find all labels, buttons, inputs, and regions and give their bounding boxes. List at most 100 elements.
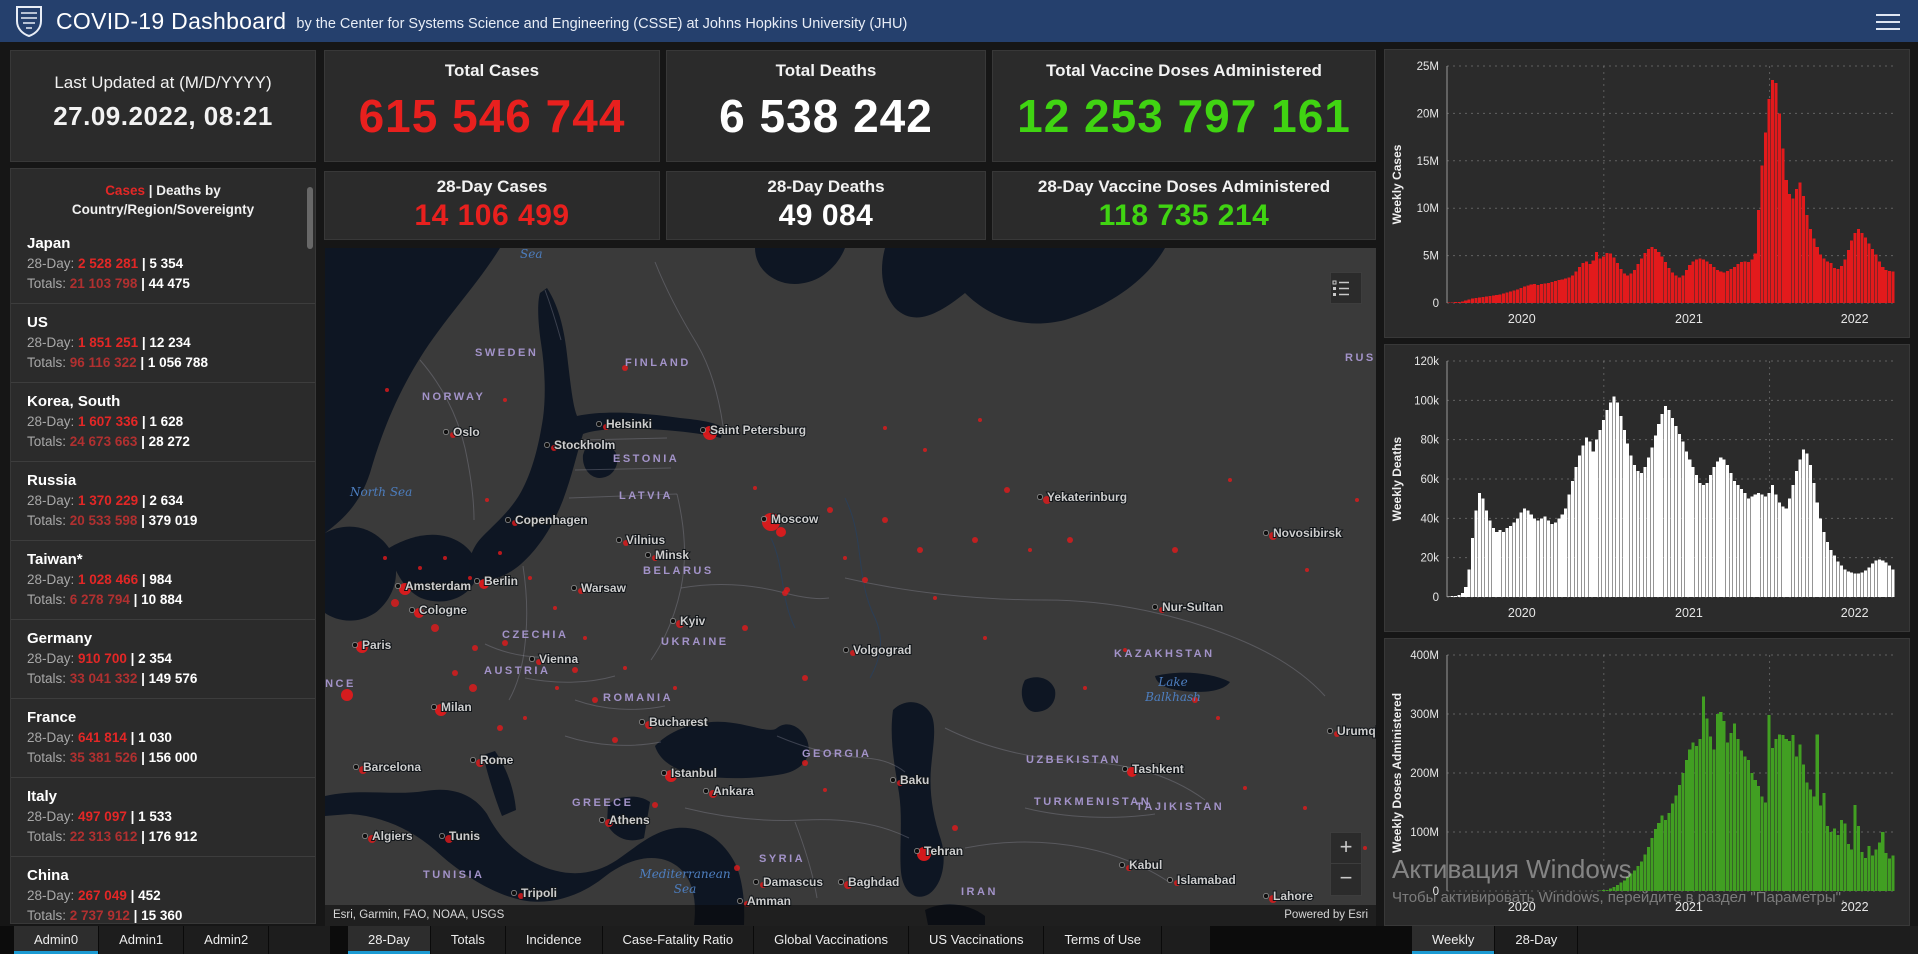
case-dot[interactable] — [652, 802, 658, 808]
case-dot[interactable] — [498, 551, 502, 555]
zoom-in-button[interactable]: + — [1330, 832, 1362, 864]
tab-admin1[interactable]: Admin1 — [99, 926, 185, 954]
tab-weekly[interactable]: Weekly — [1412, 926, 1496, 954]
case-dot[interactable] — [753, 486, 757, 490]
tab-terms-of-use[interactable]: Terms of Use — [1044, 926, 1163, 954]
country-row[interactable]: Italy 28-Day: 497 097 | 1 533 Totals: 22 3… — [11, 777, 315, 856]
case-dot[interactable] — [497, 725, 503, 731]
country-row[interactable]: France 28-Day: 641 814 | 1 030 Totals: 35 … — [11, 698, 315, 777]
case-dot[interactable] — [553, 606, 557, 610]
hamburger-menu-icon[interactable] — [1874, 9, 1902, 33]
case-dot[interactable] — [883, 426, 887, 430]
case-dot[interactable] — [612, 737, 618, 743]
tab-case-fatality-ratio[interactable]: Case-Fatality Ratio — [602, 926, 755, 954]
case-dot[interactable] — [1067, 537, 1073, 543]
tab-28-day[interactable]: 28-Day — [1495, 926, 1579, 954]
case-dot[interactable] — [1172, 547, 1178, 553]
tab-28-day[interactable]: 28-Day — [348, 926, 431, 954]
svg-text:25M: 25M — [1417, 61, 1439, 73]
case-dot[interactable] — [523, 716, 527, 720]
tab-admin0[interactable]: Admin0 — [14, 926, 100, 954]
case-dot[interactable] — [1004, 487, 1010, 493]
case-dot[interactable] — [443, 556, 447, 560]
svg-text:2022: 2022 — [1841, 900, 1869, 914]
case-dot[interactable] — [742, 625, 748, 631]
country-28day-line: 28-Day: 2 528 281 | 5 354 — [27, 256, 184, 271]
legend-button[interactable] — [1330, 272, 1362, 304]
case-dot[interactable] — [882, 517, 888, 523]
country-row[interactable]: Germany 28-Day: 910 700 | 2 354 Totals: 33… — [11, 619, 315, 698]
case-dot[interactable] — [383, 556, 387, 560]
case-dot[interactable] — [472, 645, 478, 651]
case-dot[interactable] — [385, 388, 389, 392]
case-dot[interactable] — [862, 577, 868, 583]
country-row[interactable]: Japan 28-Day: 2 528 281 | 5 354 Totals: 21… — [11, 225, 315, 303]
case-dot[interactable] — [1355, 498, 1359, 502]
tab-incidence[interactable]: Incidence — [505, 926, 603, 954]
case-dot[interactable] — [1028, 548, 1032, 552]
case-dot[interactable] — [1216, 716, 1220, 720]
case-dot[interactable] — [673, 686, 677, 690]
tab-admin2[interactable]: Admin2 — [184, 926, 270, 954]
case-dot[interactable] — [1303, 806, 1307, 810]
case-dot[interactable] — [555, 686, 559, 690]
case-dot[interactable] — [972, 537, 978, 543]
case-dot[interactable] — [734, 865, 740, 871]
powered-by-esri[interactable]: Powered by Esri — [1284, 905, 1368, 926]
country-row[interactable]: Korea, South 28-Day: 1 607 336 | 1 628 Tot… — [11, 382, 315, 461]
case-dot[interactable] — [802, 760, 808, 766]
page-title: COVID-19 Dashboard — [56, 7, 287, 34]
world-map[interactable]: SWEDEN FINLAND NORWAY ESTONIA LATVIA BELARUS U… — [325, 248, 1376, 926]
case-dot[interactable] — [1363, 846, 1367, 850]
country-label: IRAN — [961, 886, 998, 898]
case-dot[interactable] — [528, 576, 532, 580]
case-dot[interactable] — [917, 547, 923, 553]
case-dot[interactable] — [784, 587, 790, 593]
case-dot[interactable] — [1083, 686, 1087, 690]
city-dot — [395, 583, 401, 589]
case-dot[interactable] — [983, 636, 987, 640]
country-row[interactable]: US 28-Day: 1 851 251 | 12 234 Totals: 96 1… — [11, 303, 315, 382]
country-row[interactable]: Russia 28-Day: 1 370 229 | 2 634 Totals: 2… — [11, 461, 315, 540]
case-dot[interactable] — [418, 566, 422, 570]
country-list-panel: Cases | Deaths by Country/Region/Soverei… — [10, 168, 316, 924]
case-dot[interactable] — [583, 636, 587, 640]
case-dot[interactable] — [823, 788, 827, 792]
case-dot[interactable] — [933, 596, 937, 600]
country-row[interactable]: Taiwan* 28-Day: 1 028 466 | 984 Totals: 6 … — [11, 540, 315, 619]
case-dot[interactable] — [827, 507, 833, 513]
case-dot[interactable] — [776, 527, 786, 537]
case-dot[interactable] — [431, 624, 439, 632]
city-label: Saint Petersburg — [710, 423, 806, 437]
svg-text:300M: 300M — [1410, 709, 1439, 721]
case-dot[interactable] — [802, 675, 808, 681]
city-label: Lahore — [1273, 889, 1313, 903]
scrollbar-thumb[interactable] — [307, 187, 313, 249]
tab-totals[interactable]: Totals — [430, 926, 506, 954]
svg-text:60k: 60k — [1420, 474, 1439, 486]
svg-text:15M: 15M — [1417, 156, 1439, 168]
case-dot[interactable] — [592, 697, 598, 703]
case-dot[interactable] — [572, 667, 578, 673]
svg-text:Weekly Cases: Weekly Cases — [1390, 144, 1404, 224]
case-dot[interactable] — [391, 599, 399, 607]
tab-us-vaccinations[interactable]: US Vaccinations — [909, 926, 1045, 954]
zoom-out-button[interactable]: − — [1330, 864, 1362, 896]
case-dot[interactable] — [341, 689, 353, 701]
country-list-scrollbar[interactable] — [307, 179, 313, 915]
case-dot[interactable] — [1243, 786, 1247, 790]
country-row[interactable]: China 28-Day: 267 049 | 452 Totals: 2 737 … — [11, 856, 315, 923]
case-dot[interactable] — [843, 556, 847, 560]
case-dot[interactable] — [1228, 478, 1232, 482]
case-dot[interactable] — [452, 670, 458, 676]
case-dot[interactable] — [469, 684, 477, 692]
tab-global-vaccinations[interactable]: Global Vaccinations — [754, 926, 910, 954]
case-dot[interactable] — [1305, 568, 1309, 572]
country-name: Germany — [27, 630, 93, 647]
case-dot[interactable] — [485, 498, 489, 502]
case-dot[interactable] — [503, 398, 507, 402]
case-dot[interactable] — [923, 448, 927, 452]
case-dot[interactable] — [952, 825, 958, 831]
case-dot[interactable] — [623, 666, 627, 670]
case-dot[interactable] — [978, 418, 982, 422]
